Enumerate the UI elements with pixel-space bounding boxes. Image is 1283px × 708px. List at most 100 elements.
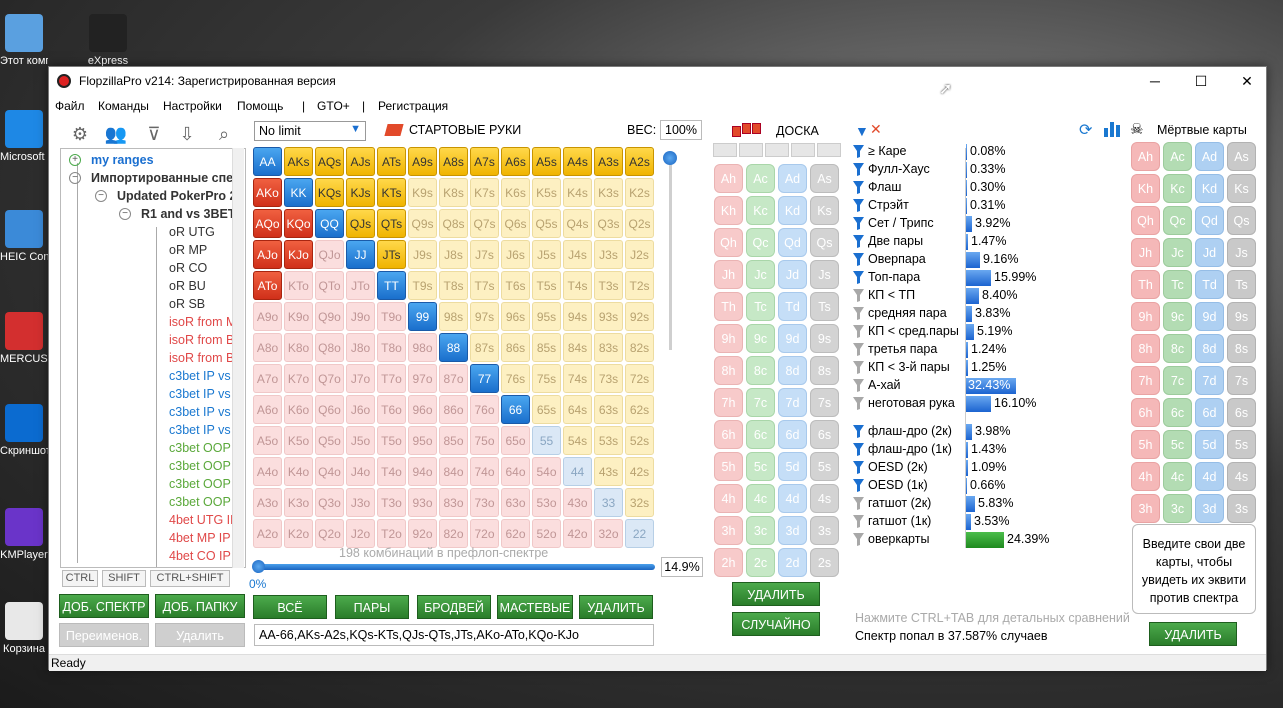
stat-row[interactable]: Фулл-Хаус <box>853 161 1053 179</box>
dead-card[interactable]: Jd <box>1195 238 1224 267</box>
tree-item[interactable]: c3bet IP vs 7 <box>169 387 241 401</box>
dead-card[interactable]: 5s <box>1227 430 1256 459</box>
dead-card[interactable]: 3d <box>1195 494 1224 523</box>
hand-cell[interactable]: A8s <box>439 147 468 176</box>
board-card[interactable]: 4d <box>778 484 807 513</box>
hand-cell[interactable]: 96s <box>501 302 530 331</box>
hand-cell[interactable]: J3o <box>346 488 375 517</box>
tree-item[interactable]: c3bet IP vs 1 <box>169 423 241 437</box>
desktop-icon[interactable]: HEIC Converter <box>0 210 48 263</box>
board-card[interactable]: 7c <box>746 388 775 417</box>
menu-help[interactable]: Помощь <box>237 99 283 113</box>
hand-cell[interactable]: 52s <box>625 426 654 455</box>
board-card[interactable]: Td <box>778 292 807 321</box>
board-card[interactable]: 3s <box>810 516 839 545</box>
tree-item[interactable]: Updated PokerPro 2 <box>117 189 236 203</box>
dead-card[interactable]: 8d <box>1195 334 1224 363</box>
hand-cell[interactable]: 85o <box>439 426 468 455</box>
hand-cell[interactable]: KJs <box>346 178 375 207</box>
board-slot[interactable] <box>817 143 841 157</box>
hand-cell[interactable]: 42o <box>563 519 592 548</box>
hand-cell[interactable]: T4o <box>377 457 406 486</box>
hand-cell[interactable]: KTo <box>284 271 313 300</box>
filter-icon[interactable] <box>853 443 864 456</box>
hand-cell[interactable]: 95s <box>532 302 561 331</box>
dead-card[interactable]: 7d <box>1195 366 1224 395</box>
hand-cell[interactable]: A9s <box>408 147 437 176</box>
hand-cell[interactable]: A9o <box>253 302 282 331</box>
hand-cell[interactable]: J7s <box>470 240 499 269</box>
hand-cell[interactable]: K6o <box>284 395 313 424</box>
tree-expander[interactable]: − <box>69 172 81 184</box>
dead-card[interactable]: 3c <box>1163 494 1192 523</box>
hand-cell[interactable]: 86o <box>439 395 468 424</box>
filter-icon[interactable] <box>853 199 864 212</box>
hand-cell[interactable]: J2s <box>625 240 654 269</box>
dead-card[interactable]: 9s <box>1227 302 1256 331</box>
tree-item[interactable]: 4bet CO IP <box>169 549 231 563</box>
board-card[interactable]: 6h <box>714 420 743 449</box>
hand-cell[interactable]: K4o <box>284 457 313 486</box>
hand-cell[interactable]: 92s <box>625 302 654 331</box>
hand-cell[interactable]: Q8s <box>439 209 468 238</box>
hand-cell[interactable]: J3s <box>594 240 623 269</box>
hand-cell[interactable]: 44 <box>563 457 592 486</box>
desktop-icon[interactable]: Корзина <box>0 602 48 655</box>
hand-cell[interactable]: QJs <box>346 209 375 238</box>
hand-cell[interactable]: ATo <box>253 271 282 300</box>
hand-cell[interactable]: AKo <box>253 178 282 207</box>
board-card[interactable]: 6s <box>810 420 839 449</box>
hand-cell[interactable]: J4o <box>346 457 375 486</box>
tree-item[interactable]: oR UTG <box>169 225 215 239</box>
preflop-slider-handle[interactable] <box>252 560 265 573</box>
desktop-icon[interactable]: eXpress <box>84 14 132 67</box>
hand-cell[interactable]: Q8o <box>315 333 344 362</box>
hand-cell[interactable]: 87s <box>470 333 499 362</box>
hand-cell[interactable]: J9o <box>346 302 375 331</box>
filter-plus-icon[interactable]: ⊽ <box>141 122 167 146</box>
tree-item[interactable]: c3bet OOP v <box>169 441 240 455</box>
broadway-button[interactable]: БРОДВЕЙ <box>417 595 491 619</box>
hand-cell[interactable]: T6s <box>501 271 530 300</box>
dead-card[interactable]: Ah <box>1131 142 1160 171</box>
dead-card[interactable]: Qd <box>1195 206 1224 235</box>
hand-cell[interactable]: 99 <box>408 302 437 331</box>
filter-icon[interactable]: ▼ <box>855 123 869 139</box>
tree-item[interactable]: my ranges <box>91 153 154 167</box>
hand-cell[interactable]: Q2s <box>625 209 654 238</box>
hand-cell[interactable]: 33 <box>594 488 623 517</box>
hand-cell[interactable]: 96o <box>408 395 437 424</box>
board-card[interactable]: Kc <box>746 196 775 225</box>
board-card[interactable]: 9c <box>746 324 775 353</box>
hand-cell[interactable]: Q7s <box>470 209 499 238</box>
hand-cell[interactable]: 88 <box>439 333 468 362</box>
hand-cell[interactable]: JTs <box>377 240 406 269</box>
dead-card[interactable]: Kh <box>1131 174 1160 203</box>
board-card[interactable]: As <box>810 164 839 193</box>
tree-item[interactable]: 4bet UTG IP <box>169 513 238 527</box>
tree-expander[interactable]: − <box>95 190 107 202</box>
hand-cell[interactable]: A4o <box>253 457 282 486</box>
hand-cell[interactable]: KQo <box>284 209 313 238</box>
hand-cell[interactable]: T9s <box>408 271 437 300</box>
hand-cell[interactable]: T5o <box>377 426 406 455</box>
hand-cell[interactable]: J8o <box>346 333 375 362</box>
hand-cell[interactable]: 93s <box>594 302 623 331</box>
filter-icon[interactable] <box>853 461 864 474</box>
dead-card[interactable]: 4d <box>1195 462 1224 491</box>
hand-cell[interactable]: T9o <box>377 302 406 331</box>
hand-cell[interactable]: 97o <box>408 364 437 393</box>
hand-cell[interactable]: 76s <box>501 364 530 393</box>
hand-cell[interactable]: Q2o <box>315 519 344 548</box>
hand-cell[interactable]: ATs <box>377 147 406 176</box>
hand-cell[interactable]: 72s <box>625 364 654 393</box>
board-card[interactable]: Ad <box>778 164 807 193</box>
clear-range-button[interactable]: УДАЛИТЬ <box>579 595 653 619</box>
stat-row[interactable]: OESD (1к) <box>853 477 1053 495</box>
dead-card[interactable]: 4c <box>1163 462 1192 491</box>
hand-cell[interactable]: T7s <box>470 271 499 300</box>
hand-cell[interactable]: KK <box>284 178 313 207</box>
dead-card[interactable]: Kd <box>1195 174 1224 203</box>
stat-row[interactable]: КП < сред.пары <box>853 323 1053 341</box>
hand-cell[interactable]: 62s <box>625 395 654 424</box>
